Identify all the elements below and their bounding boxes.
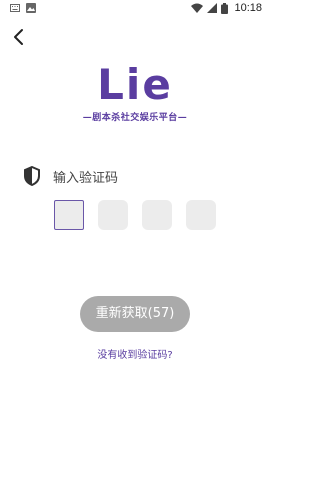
code-digit-3[interactable]	[142, 200, 172, 230]
code-digit-2[interactable]	[98, 200, 128, 230]
signal-icon	[207, 3, 218, 13]
status-left	[10, 3, 36, 13]
verification-label-row: 输入验证码	[23, 166, 118, 186]
status-right: 10:18	[191, 2, 262, 14]
code-input-group	[54, 200, 216, 230]
status-time: 10:18	[234, 2, 262, 14]
shield-icon	[24, 166, 40, 186]
back-button[interactable]	[8, 26, 30, 48]
image-icon	[26, 3, 36, 13]
code-digit-1[interactable]	[54, 200, 84, 230]
app-logo: Lie —剧本杀社交娱乐平台—	[70, 60, 200, 130]
keyboard-icon	[10, 4, 20, 12]
verification-label: 输入验证码	[53, 170, 119, 186]
wifi-icon	[191, 3, 204, 13]
chevron-left-icon	[14, 29, 23, 45]
battery-icon	[221, 2, 229, 14]
status-bar: 10:18	[0, 0, 270, 18]
resend-code-button[interactable]: 重新获取(57)	[80, 296, 190, 332]
logo-tagline: —剧本杀社交娱乐平台—	[82, 113, 188, 123]
no-code-received-link[interactable]: 没有收到验证码?	[0, 346, 270, 361]
logo-word: Lie	[97, 60, 173, 109]
code-digit-4[interactable]	[186, 200, 216, 230]
